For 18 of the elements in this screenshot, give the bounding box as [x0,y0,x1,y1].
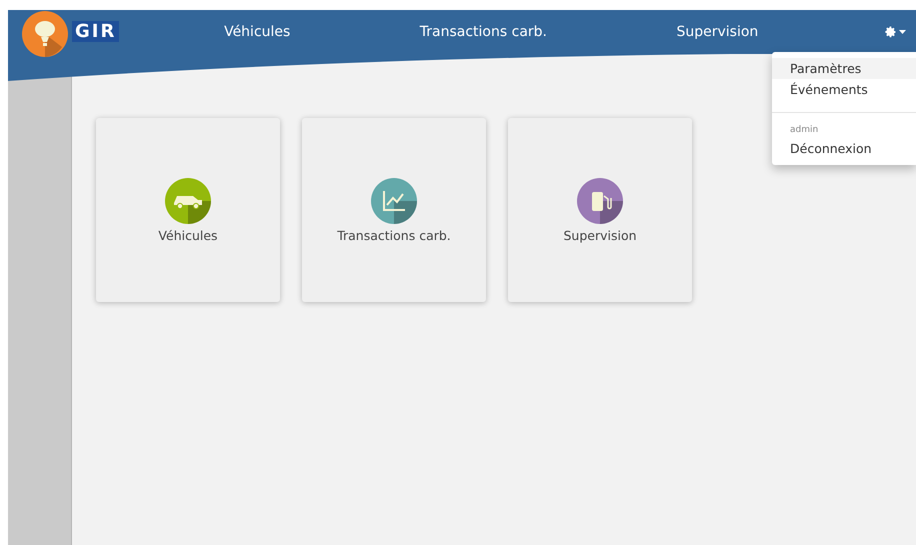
menu-header: admin [789,124,820,137]
nav-link[interactable]: Transactions carb. [420,24,547,40]
menu-item[interactable]: Paramètres [772,58,916,79]
tile-label: Transactions carb. [337,228,451,242]
app-tile[interactable]: Transactions carb. [302,118,486,302]
nav-link[interactable]: Véhicules [224,24,290,40]
app-tile[interactable]: Supervision [508,118,692,302]
logo-text: GIR [72,21,120,42]
balloon-logo-icon [22,11,68,57]
tile-label: Supervision [563,228,637,242]
menu-item[interactable]: Déconnexion [772,138,916,159]
app-tile[interactable]: Véhicules [96,118,280,302]
nav-link[interactable]: Supervision [676,24,758,40]
tile-label: Véhicules [158,228,218,242]
settings-button[interactable] [883,24,908,40]
caret-icon [899,30,906,34]
menu-item[interactable]: Événements [772,79,916,100]
gear-icon [885,26,897,38]
